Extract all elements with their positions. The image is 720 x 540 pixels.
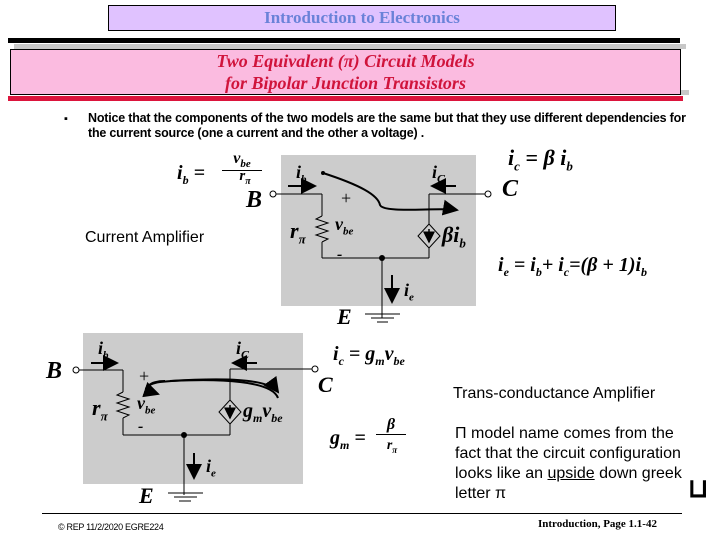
footer-copyright: © REP 11/2/2020 EGRE224 xyxy=(58,522,164,532)
node-c-label-2: C xyxy=(318,372,333,397)
node-b-label-2: B xyxy=(46,358,63,384)
r-pi-label-2: rπ xyxy=(92,395,108,424)
pi-model-note-underlined: upside xyxy=(547,465,595,482)
resistor-r-pi-2 xyxy=(115,391,131,419)
upside-down-pi-glyph: ⊔ xyxy=(688,473,709,503)
ic-label-2: iC xyxy=(236,338,250,362)
plus-sign-2: + xyxy=(139,366,150,386)
pi-model-note: Π model name comes from the fact that th… xyxy=(455,424,685,504)
ib-label-2: ib xyxy=(98,338,109,362)
vbe-label-2: vbe xyxy=(137,393,156,417)
eq-gm-denominator: rπ xyxy=(386,438,398,455)
footer-page-number: Introduction, Page 1.1-42 xyxy=(538,518,657,530)
gm-vbe-label: gmvbe xyxy=(243,400,283,425)
minus-sign-2: - xyxy=(138,418,144,435)
node-e-label-2: E xyxy=(139,483,154,508)
transconductance-amplifier-label: Trans-conductance Amplifier xyxy=(453,385,656,402)
eq-gm: gm = xyxy=(330,427,366,452)
ie-label-2: ie xyxy=(206,456,216,480)
eq-ic-gm: ic = gmvbe xyxy=(333,343,405,368)
base-terminal-2 xyxy=(72,366,80,374)
eq-gm-numerator: β xyxy=(376,416,406,435)
footer-divider xyxy=(42,513,682,514)
